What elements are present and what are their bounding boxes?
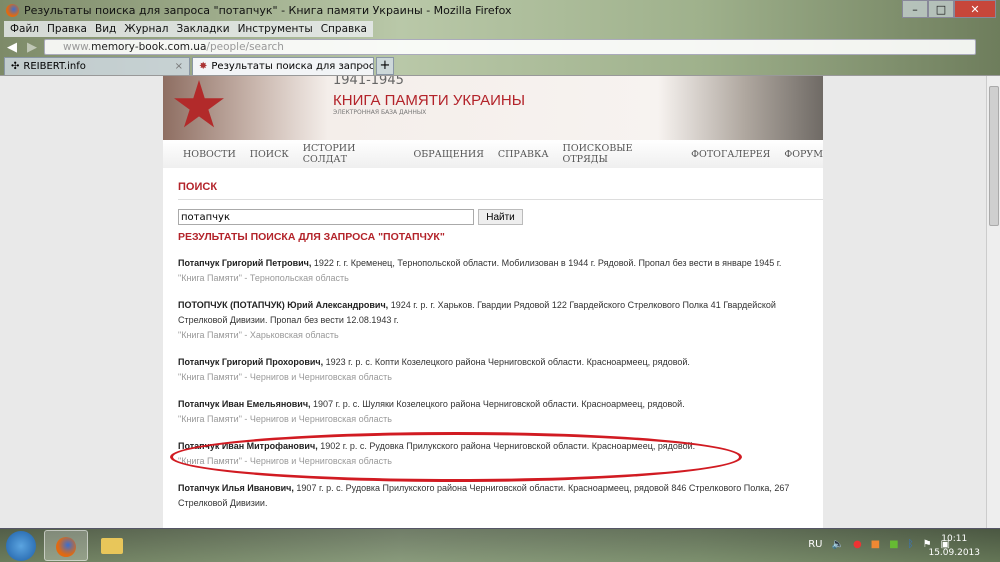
clock[interactable]: 10:11 15.09.2013 xyxy=(928,532,980,560)
nvidia-icon[interactable]: ■ xyxy=(889,539,898,550)
folder-icon xyxy=(101,538,123,554)
menu-bookmarks[interactable]: Закладки xyxy=(176,23,229,35)
menu-bar: Файл Правка Вид Журнал Закладки Инструме… xyxy=(4,21,373,37)
search-button[interactable]: Найти xyxy=(478,209,523,225)
close-tab-icon[interactable]: × xyxy=(359,61,367,72)
close-tab-icon[interactable]: × xyxy=(175,61,183,72)
window-title: Результаты поиска для запроса "потапчук"… xyxy=(24,3,512,17)
site-title[interactable]: КНИГА ПАМЯТИ УКРАИНЫ xyxy=(333,92,525,109)
nav-search-teams[interactable]: ПОИСКОВЫЕ ОТРЯДЫ xyxy=(563,143,678,165)
result-name[interactable]: Потапчук Григорий Петрович, xyxy=(178,258,311,268)
result-source[interactable]: "Книга Памяти" - Чернигов и Черниговская… xyxy=(178,412,823,427)
result-text: 1922 г. г. Кременец, Тернопольской облас… xyxy=(311,258,782,268)
tab-search-results[interactable]: ✸Результаты поиска для запроса "по...× xyxy=(192,57,374,75)
taskbar: RU 🔈 ● ■ ■ ᛒ ⚑ ▣ 10:11 15.09.2013 xyxy=(0,528,1000,562)
site-subtitle: ЭЛЕКТРОННАЯ БАЗА ДАННЫХ xyxy=(333,109,427,116)
clock-date: 15.09.2013 xyxy=(928,548,980,558)
result-text: 1923 г. р. с. Копти Козелецкого района Ч… xyxy=(323,357,690,367)
language-indicator[interactable]: RU xyxy=(808,539,822,550)
scrollbar-thumb[interactable] xyxy=(989,86,999,226)
nav-appeals[interactable]: ОБРАЩЕНИЯ xyxy=(414,149,484,160)
result-item: ПОТОПЧУК (ПОТАПЧУК) Юрий Александрович, … xyxy=(178,298,823,343)
result-item: Потапчук Илья Иванович, 1907 г. р. с. Ру… xyxy=(178,481,823,511)
close-button[interactable]: ✕ xyxy=(954,0,996,18)
firefox-icon xyxy=(56,537,76,557)
menu-edit[interactable]: Правка xyxy=(47,23,87,35)
nav-gallery[interactable]: ФОТОГАЛЕРЕЯ xyxy=(691,149,770,160)
title-bar: Результаты поиска для запроса "потапчук"… xyxy=(0,0,1000,20)
start-button[interactable] xyxy=(6,531,36,561)
result-text: 1907 г. р. с. Шуляки Козелецкого района … xyxy=(310,399,685,409)
bluetooth-icon[interactable]: ᛒ xyxy=(908,539,914,550)
site-banner: 1941-1945 КНИГА ПАМЯТИ УКРАИНЫ ЭЛЕКТРОНН… xyxy=(163,76,823,140)
url-path: /people/search xyxy=(206,41,284,53)
result-item: Потапчук Иван Емельянович, 1907 г. р. с.… xyxy=(178,397,823,427)
menu-tools[interactable]: Инструменты xyxy=(238,23,313,35)
red-highlight-annotation xyxy=(170,432,742,482)
back-button[interactable]: ◀ xyxy=(4,40,20,55)
result-source[interactable]: "Книга Памяти" - Харьковская область xyxy=(178,328,823,343)
result-item: Потапчук Григорий Прохорович, 1923 г. р.… xyxy=(178,355,823,385)
result-name[interactable]: ПОТОПЧУК (ПОТАПЧУК) Юрий Александрович, xyxy=(178,300,388,310)
tab-favicon-icon: ✣ xyxy=(11,61,20,72)
tab-label: Результаты поиска для запроса "по... xyxy=(211,61,374,72)
nav-help[interactable]: СПРАВКА xyxy=(498,149,549,160)
tab-favicon-icon: ✸ xyxy=(199,61,208,72)
search-input[interactable] xyxy=(178,209,474,225)
nav-forum[interactable]: ФОРУМ xyxy=(784,149,823,160)
url-prefix: www. xyxy=(63,41,92,53)
site-years: 1941-1945 xyxy=(333,75,404,88)
url-bar[interactable]: www.memory-book.com.ua/people/search xyxy=(44,39,976,55)
menu-file[interactable]: Файл xyxy=(10,23,39,35)
clock-time: 10:11 xyxy=(941,534,968,544)
red-star-logo-icon xyxy=(174,80,224,128)
nav-search[interactable]: ПОИСК xyxy=(250,149,289,160)
taskbar-explorer[interactable] xyxy=(90,530,134,561)
site-nav: НОВОСТИ ПОИСК ИСТОРИИ СОЛДАТ ОБРАЩЕНИЯ С… xyxy=(163,140,823,168)
nav-bar: ◀ ▶ www.memory-book.com.ua/people/search xyxy=(0,37,1000,57)
menu-help[interactable]: Справка xyxy=(321,23,367,35)
taskbar-firefox[interactable] xyxy=(44,530,88,561)
result-name[interactable]: Потапчук Григорий Прохорович, xyxy=(178,357,323,367)
new-tab-button[interactable]: + xyxy=(376,57,394,75)
result-source[interactable]: "Книга Памяти" - Тернопольская область xyxy=(178,271,823,286)
tab-reibert[interactable]: ✣ REIBERT.info × xyxy=(4,57,190,75)
result-source[interactable]: "Книга Памяти" - Чернигов и Черниговская… xyxy=(178,370,823,385)
vertical-scrollbar[interactable] xyxy=(986,76,1000,528)
maximize-button[interactable]: □ xyxy=(928,0,954,18)
url-domain: memory-book.com.ua xyxy=(91,41,207,53)
tray-app-icon[interactable]: ● xyxy=(853,539,862,550)
tray-app-icon[interactable]: ■ xyxy=(871,539,880,550)
tab-label: REIBERT.info xyxy=(23,61,86,72)
minimize-button[interactable]: – xyxy=(902,0,928,18)
result-name[interactable]: Потапчук Иван Емельянович, xyxy=(178,399,311,409)
result-item: Потапчук Григорий Петрович, 1922 г. г. К… xyxy=(178,256,823,286)
results-heading: РЕЗУЛЬТАТЫ ПОИСКА ДЛЯ ЗАПРОСА "ПОТАПЧУК" xyxy=(178,231,445,243)
menu-view[interactable]: Вид xyxy=(95,23,116,35)
menu-history[interactable]: Журнал xyxy=(124,23,168,35)
search-heading: ПОИСК xyxy=(178,181,823,200)
nav-stories[interactable]: ИСТОРИИ СОЛДАТ xyxy=(303,143,400,165)
result-name[interactable]: Потапчук Илья Иванович, xyxy=(178,483,294,493)
firefox-icon xyxy=(6,3,19,17)
forward-button[interactable]: ▶ xyxy=(24,40,40,55)
volume-icon[interactable]: 🔈 xyxy=(831,539,843,550)
tab-bar: ✣ REIBERT.info × ✸ Результаты поиска для за… xyxy=(0,57,1000,75)
nav-news[interactable]: НОВОСТИ xyxy=(183,149,236,160)
